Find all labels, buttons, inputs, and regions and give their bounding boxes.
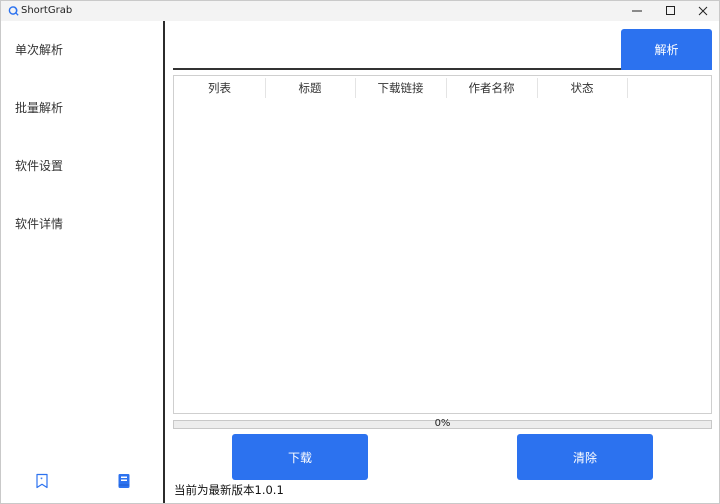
app-logo-icon <box>8 6 19 16</box>
minimize-icon <box>632 10 642 12</box>
column-divider <box>627 78 628 98</box>
download-button[interactable]: 下载 <box>232 434 368 480</box>
column-header-download-link[interactable]: 下载链接 <box>355 76 446 100</box>
bookmark-star-icon[interactable] <box>34 473 50 489</box>
column-header-author[interactable]: 作者名称 <box>446 76 537 100</box>
url-input[interactable] <box>173 29 623 69</box>
sidebar-item-single-parse[interactable]: 单次解析 <box>15 42 63 58</box>
sidebar: 单次解析 批量解析 软件设置 软件详情 <box>1 21 163 503</box>
progress-label: 0% <box>434 418 451 429</box>
status-text: 当前为最新版本1.0.1 <box>174 483 284 497</box>
url-input-underline <box>173 68 623 70</box>
column-header-title[interactable]: 标题 <box>265 76 355 100</box>
close-button[interactable] <box>686 1 720 21</box>
clear-button[interactable]: 清除 <box>517 434 653 480</box>
maximize-icon <box>666 6 675 15</box>
results-table[interactable]: 列表 标题 下载链接 作者名称 状态 <box>173 75 712 414</box>
minimize-button[interactable] <box>620 1 654 21</box>
sidebar-item-settings[interactable]: 软件设置 <box>15 158 63 174</box>
progress-bar: 0% <box>173 418 712 429</box>
maximize-button[interactable] <box>654 1 688 21</box>
window-title: ShortGrab <box>21 5 73 16</box>
sidebar-item-details[interactable]: 软件详情 <box>15 216 63 232</box>
close-icon <box>698 6 708 16</box>
column-header-status[interactable]: 状态 <box>537 76 627 100</box>
app-window: ShortGrab 单次解析 批量解析 软件设置 软件详情 解析 列表 标题 下… <box>0 0 720 504</box>
parse-button[interactable]: 解析 <box>621 29 712 70</box>
sidebar-separator <box>163 21 165 503</box>
title-bar[interactable]: ShortGrab <box>1 1 719 21</box>
sidebar-item-batch-parse[interactable]: 批量解析 <box>15 100 63 116</box>
document-icon[interactable] <box>116 473 132 489</box>
column-header-list[interactable]: 列表 <box>174 76 265 100</box>
